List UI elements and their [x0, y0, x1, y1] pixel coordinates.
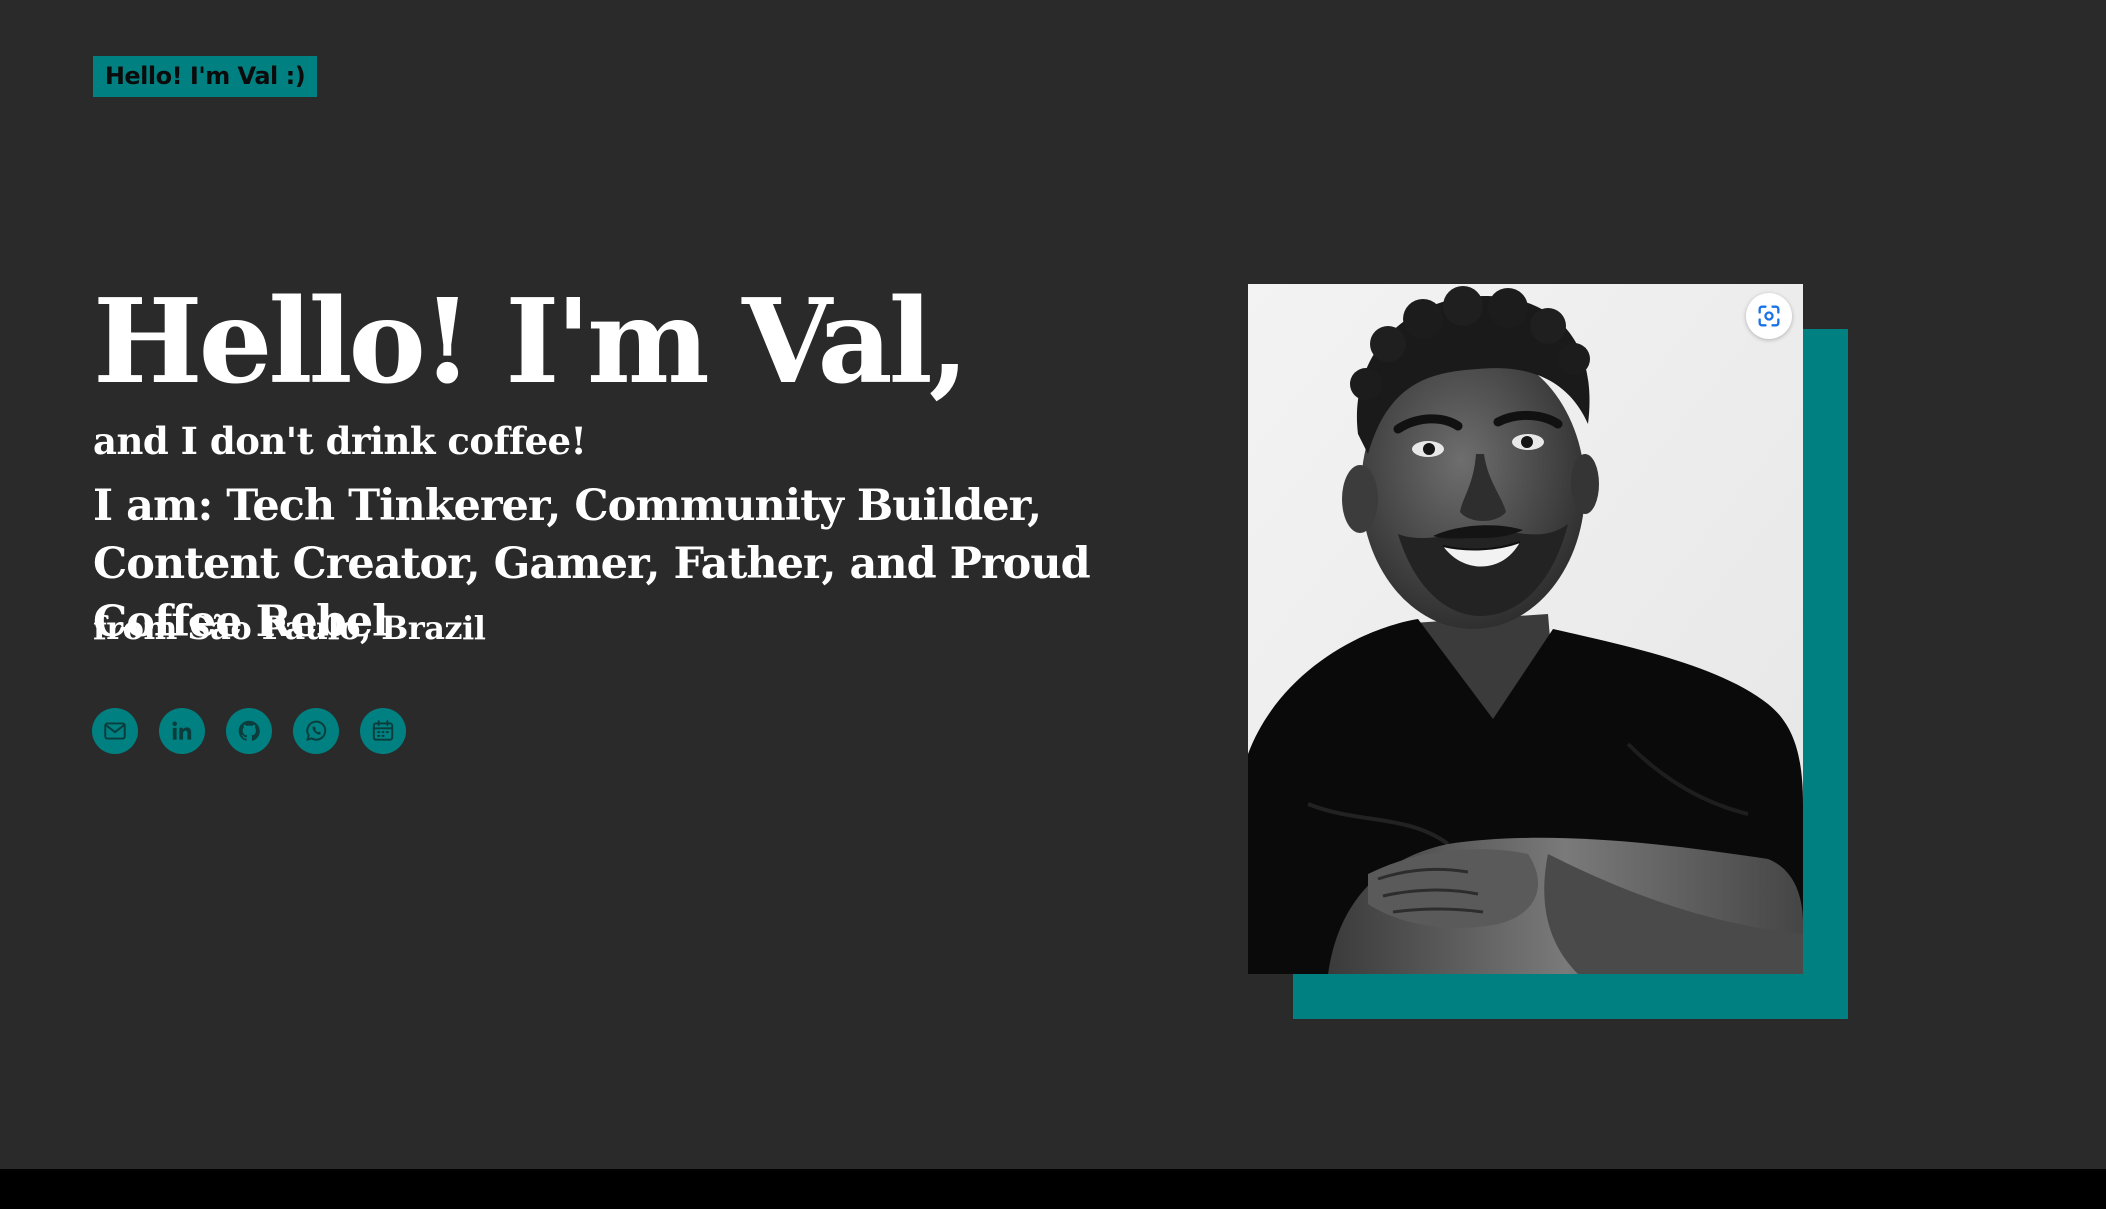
portrait-image: [1248, 284, 1803, 974]
hero-location: from São Paulo, Brazil: [93, 609, 486, 647]
calendar-link[interactable]: [360, 708, 406, 754]
whatsapp-icon: [306, 720, 327, 741]
hero-title: Hello! I'm Val,: [93, 274, 969, 410]
github-link[interactable]: [226, 708, 272, 754]
email-link[interactable]: [92, 708, 138, 754]
calendar-icon: [372, 720, 394, 741]
mail-icon: [104, 722, 126, 740]
bottom-bar: [0, 1169, 2106, 1209]
profile-photo: [1248, 284, 1803, 974]
social-links: [92, 708, 406, 754]
hero-subtitle: and I don't drink coffee!: [93, 419, 587, 463]
visual-search-button[interactable]: [1746, 293, 1792, 339]
linkedin-icon: [172, 721, 192, 740]
visual-search-icon: [1758, 305, 1780, 327]
site-logo-badge[interactable]: Hello! I'm Val :): [93, 56, 317, 97]
github-icon: [238, 720, 260, 741]
linkedin-link[interactable]: [159, 708, 205, 754]
page-background: Hello! I'm Val :) Hello! I'm Val, and I …: [0, 0, 2106, 1169]
whatsapp-link[interactable]: [293, 708, 339, 754]
